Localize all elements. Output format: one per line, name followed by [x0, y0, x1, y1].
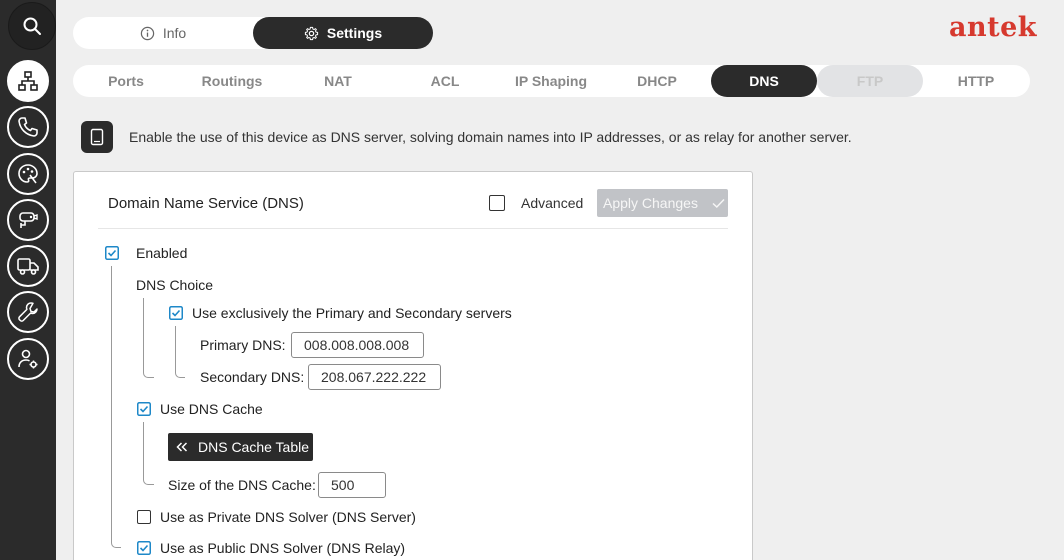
double-chevron-left-icon	[176, 442, 188, 452]
public-dns-checkbox[interactable]	[137, 541, 151, 555]
apply-changes-button[interactable]: Apply Changes	[597, 189, 728, 217]
public-dns-label: Use as Public DNS Solver (DNS Relay)	[160, 540, 406, 556]
nav-camera[interactable]	[7, 199, 49, 241]
subtab-ftp[interactable]: FTP	[817, 65, 923, 97]
subtab-bar: Ports Routings NAT ACL IP Shaping DHCP D…	[73, 65, 1030, 97]
info-icon	[140, 26, 155, 40]
private-dns-label: Use as Private DNS Solver (DNS Server)	[160, 509, 416, 525]
tab-info-label: Info	[162, 25, 187, 41]
secondary-dns-label: Secondary DNS:	[200, 369, 305, 385]
exclusive-servers-label: Use exclusively the Primary and Secondar…	[192, 305, 512, 321]
panel-title: Domain Name Service (DNS)	[108, 195, 304, 212]
subtab-http[interactable]: HTTP	[923, 65, 1029, 97]
panel-divider	[98, 228, 728, 229]
secondary-dns-field[interactable]: 208.067.222.222	[308, 364, 441, 390]
primary-dns-field[interactable]: 008.008.008.008	[291, 332, 424, 358]
search-icon	[23, 17, 41, 35]
primary-dns-label: Primary DNS:	[200, 337, 286, 353]
tree-line-cache	[143, 422, 154, 485]
nav-phone[interactable]	[7, 106, 49, 148]
check-icon	[712, 198, 725, 208]
dns-choice-label: DNS Choice	[136, 277, 214, 293]
truck-icon	[17, 258, 39, 275]
nav-truck[interactable]	[7, 245, 49, 287]
gear-icon	[304, 26, 318, 40]
subtab-routings[interactable]: Routings	[179, 65, 285, 97]
nav-tools[interactable]	[7, 291, 49, 333]
tree-line-dns-choice	[143, 298, 154, 378]
subtab-dhcp[interactable]: DHCP	[604, 65, 710, 97]
page-description: Enable the use of this device as DNS ser…	[129, 129, 852, 145]
exclusive-servers-checkbox[interactable]	[169, 306, 183, 320]
nav-palette[interactable]	[7, 153, 49, 195]
cache-size-field[interactable]: 500	[318, 472, 386, 498]
subtab-ports[interactable]: Ports	[73, 65, 179, 97]
dns-cache-table-button[interactable]: DNS Cache Table	[168, 433, 313, 461]
antek-logo: antek	[949, 12, 1037, 43]
wrench-icon	[18, 302, 38, 322]
palette-icon	[18, 164, 38, 184]
nav-user-settings[interactable]	[7, 338, 49, 380]
enabled-label: Enabled	[136, 245, 188, 261]
private-dns-checkbox[interactable]	[137, 510, 151, 524]
tree-line-enabled	[111, 266, 121, 548]
user-settings-icon	[18, 349, 38, 369]
nav-network[interactable]	[7, 60, 49, 102]
advanced-label: Advanced	[521, 195, 584, 211]
tree-line-secondary	[175, 326, 185, 378]
phone-icon	[18, 117, 38, 137]
camera-icon	[19, 212, 38, 228]
apply-changes-label: Apply Changes	[603, 195, 698, 211]
cache-size-label: Size of the DNS Cache:	[168, 477, 316, 493]
subtab-nat[interactable]: NAT	[285, 65, 391, 97]
dns-cache-label: Use DNS Cache	[160, 401, 263, 417]
device-icon	[81, 121, 113, 153]
subtab-dns[interactable]: DNS	[711, 65, 817, 97]
tab-info[interactable]: Info	[73, 17, 253, 49]
tab-settings[interactable]: Settings	[253, 17, 433, 49]
sidebar	[0, 0, 56, 560]
search-button[interactable]	[8, 2, 56, 50]
tab-settings-label: Settings	[326, 25, 383, 41]
advanced-checkbox[interactable]	[489, 195, 505, 211]
network-icon	[18, 71, 38, 91]
subtab-acl[interactable]: ACL	[392, 65, 498, 97]
dns-cache-checkbox[interactable]	[137, 402, 151, 416]
top-tab-bar: Info Settings	[73, 17, 433, 49]
dns-cache-table-label: DNS Cache Table	[198, 439, 310, 455]
subtab-ip-shaping[interactable]: IP Shaping	[498, 65, 604, 97]
enabled-checkbox[interactable]	[105, 246, 119, 260]
